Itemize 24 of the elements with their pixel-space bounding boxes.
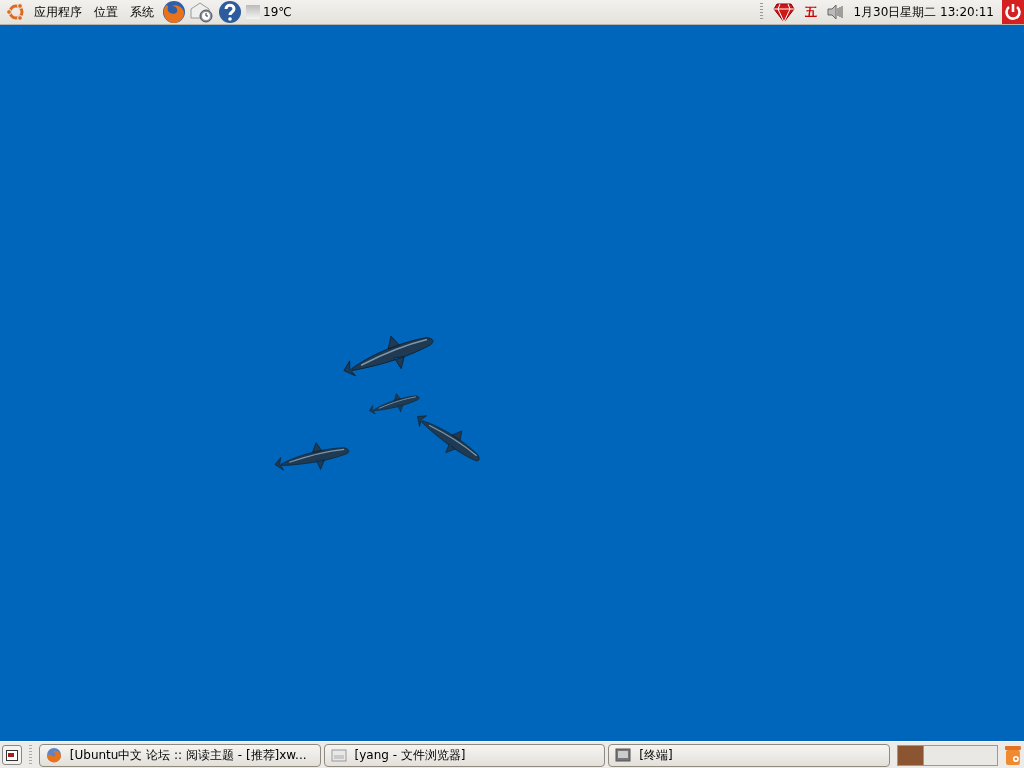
- workspace[interactable]: [897, 744, 923, 766]
- taskbar-button[interactable]: [Ubuntu中文 论坛 :: 阅读主题 - [推荐]xw...: [38, 743, 321, 767]
- desktop-icon: [5, 749, 18, 761]
- show-desktop-button[interactable]: [2, 745, 22, 765]
- terminal-icon: [615, 747, 632, 763]
- menu-item[interactable]: 系统: [126, 3, 158, 21]
- file-manager-icon: [330, 747, 347, 763]
- firefox-icon[interactable]: [162, 0, 186, 24]
- ubuntu-logo-icon[interactable]: [6, 2, 26, 22]
- taskbar-button[interactable]: [终端]: [608, 743, 890, 767]
- menu-item[interactable]: 位置: [90, 3, 122, 21]
- input-method-indicator[interactable]: 五: [799, 3, 824, 21]
- menu-item[interactable]: 应用程序: [30, 3, 86, 21]
- clock-label[interactable]: 1月30日星期二 13:20:11: [849, 3, 998, 21]
- help-icon[interactable]: [218, 0, 242, 24]
- weather-icon: [246, 5, 260, 19]
- ruby-icon[interactable]: [773, 1, 796, 23]
- taskbar-button[interactable]: [yang - 文件浏览器]: [323, 743, 606, 767]
- trash-icon[interactable]: [1004, 744, 1022, 766]
- firefox-icon: [45, 747, 62, 763]
- power-icon[interactable]: [1002, 0, 1024, 24]
- volume-icon[interactable]: [827, 4, 846, 20]
- temperature-label[interactable]: 19℃: [263, 5, 292, 19]
- mail-clock-icon[interactable]: [190, 1, 214, 23]
